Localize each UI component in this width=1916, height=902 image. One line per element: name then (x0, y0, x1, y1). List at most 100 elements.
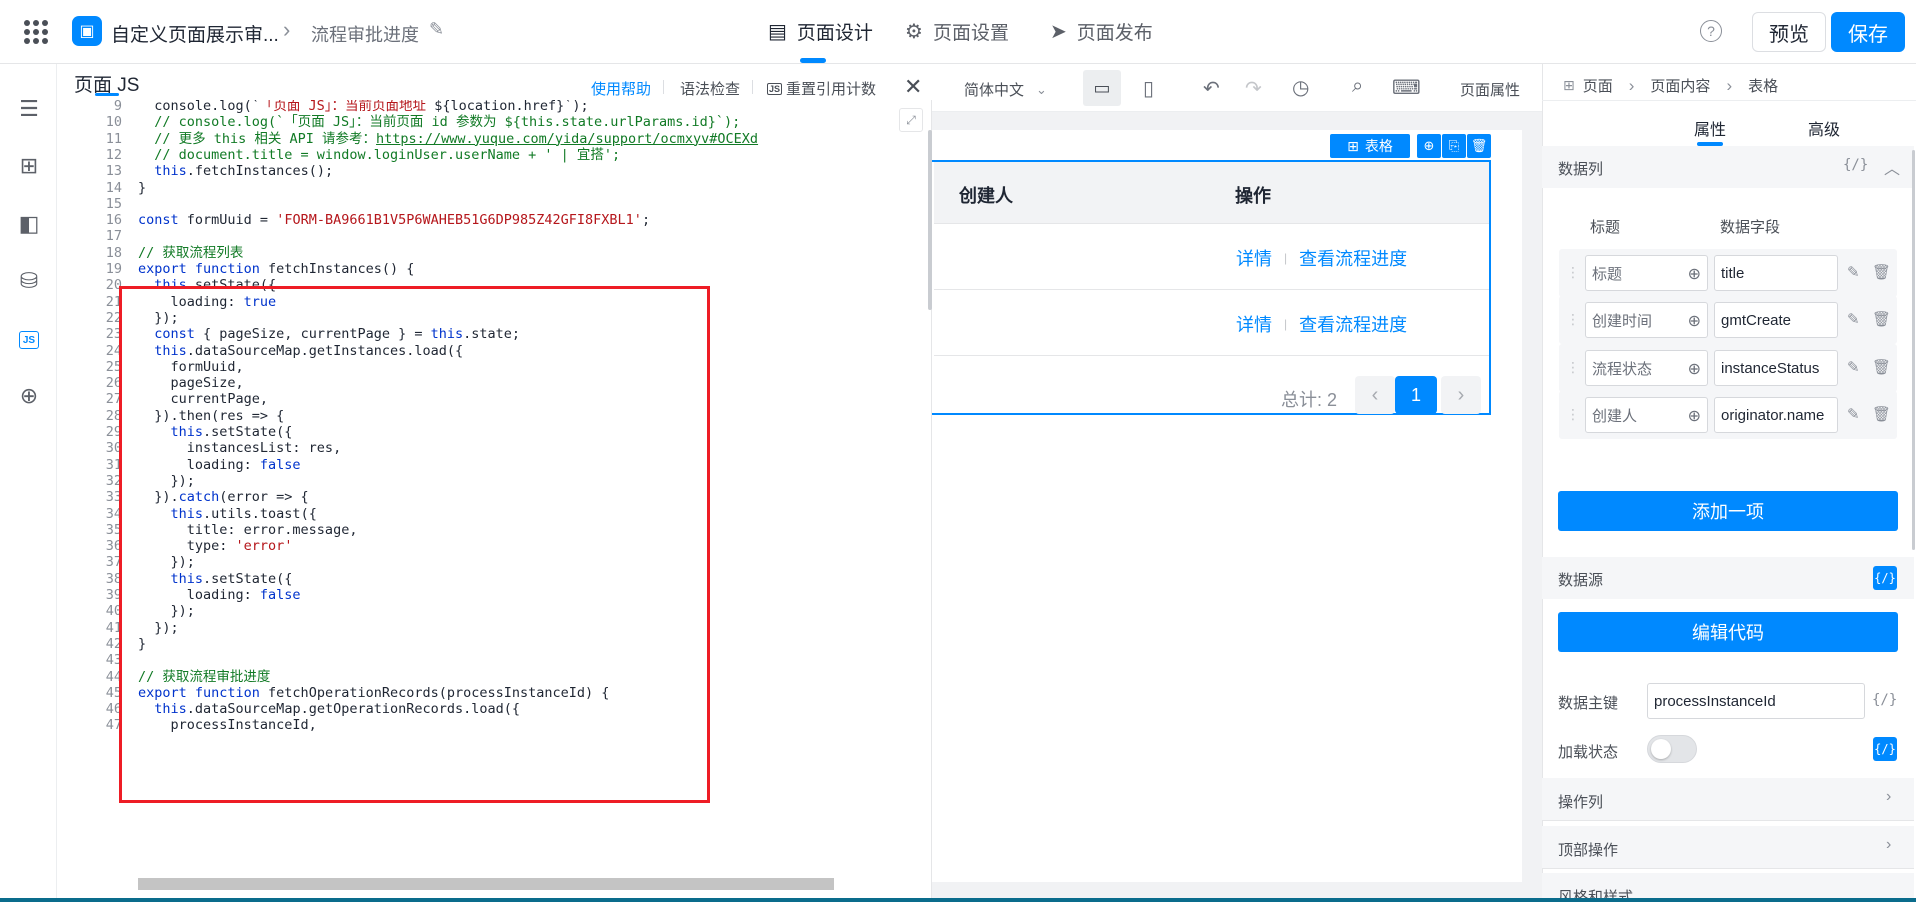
tab-advanced[interactable]: 高级 (1808, 116, 1840, 140)
next-page-icon[interactable]: › (1441, 376, 1481, 414)
app-grid-icon[interactable] (24, 20, 48, 44)
add-item-button[interactable]: 添加一项 (1558, 491, 1898, 531)
breadcrumb-item[interactable]: 表格 (1748, 75, 1778, 96)
detail-link[interactable]: 详情 (1236, 245, 1272, 271)
globe-icon[interactable]: ⊕ (1688, 264, 1701, 284)
edit-code-button[interactable]: 编辑代码 (1558, 612, 1898, 652)
variable-binding-icon[interactable]: {/} (1873, 737, 1897, 761)
bottom-edge (0, 898, 1916, 902)
column-title-input[interactable]: 标题 ⊕ (1585, 255, 1708, 291)
line-number: 18 (105, 244, 122, 261)
templates-icon[interactable]: ◧ (16, 211, 42, 237)
datasource-icon[interactable]: ⛁ (16, 268, 42, 294)
lint-button[interactable]: 语法检查 (680, 78, 740, 99)
save-button[interactable]: 保存 (1831, 12, 1905, 52)
tab-page-design[interactable]: ▤ 页面设计 (768, 18, 873, 45)
delete-icon[interactable]: 🗑 (1872, 405, 1891, 423)
column-field-input[interactable]: title (1714, 255, 1838, 291)
line-number: 12 (105, 146, 122, 163)
js-icon[interactable]: JS (19, 331, 39, 349)
breadcrumb-item[interactable]: 页面内容 (1650, 75, 1710, 96)
edit-icon[interactable]: ✎ (1847, 358, 1860, 376)
breadcrumb-item[interactable]: 页面 (1583, 75, 1613, 96)
code-line: 16 const formUuid = 'FORM-BA9661B1V5P6WAH… (58, 212, 920, 228)
table-icon: ⊞ (1563, 77, 1575, 93)
delete-icon[interactable]: 🗑 (1872, 263, 1891, 281)
tab-properties[interactable]: 属性 (1694, 116, 1726, 140)
gear-icon: ⚙ (905, 21, 923, 43)
chevron-right-icon[interactable]: › (1886, 788, 1891, 806)
globe-icon[interactable]: ⊕ (1688, 311, 1701, 331)
delete-icon[interactable]: 🗑 (1467, 134, 1491, 158)
current-page-button[interactable]: 1 (1395, 376, 1437, 414)
globe-icon[interactable]: ⊕ (1688, 359, 1701, 379)
column-title-input[interactable]: 流程状态 ⊕ (1585, 350, 1708, 386)
delete-icon[interactable]: 🗑 (1872, 310, 1891, 328)
page-properties-button[interactable]: 页面属性 (1460, 79, 1520, 100)
edit-icon[interactable]: ✎ (1847, 263, 1860, 281)
edit-icon[interactable]: ✎ (1847, 405, 1860, 423)
globe-icon[interactable]: ⊕ (1688, 406, 1701, 426)
globe-icon[interactable]: ⊕ (16, 383, 42, 409)
language-select[interactable]: 简体中文 ⌄ (964, 79, 1047, 100)
line-number: 16 (105, 212, 122, 229)
copy-icon[interactable]: ⎘ (1442, 134, 1466, 158)
code-line: 13 this.fetchInstances(); (58, 163, 920, 179)
primary-key-input[interactable]: processInstanceId (1647, 683, 1865, 719)
outline-icon[interactable]: ☰ (16, 96, 42, 122)
selected-component-tag[interactable]: ⊞ 表格 (1330, 134, 1410, 158)
edit-icon[interactable]: ✎ (1847, 310, 1860, 328)
variable-binding-icon[interactable]: {/} (1873, 566, 1897, 590)
column-title-input[interactable]: 创建时间 ⊕ (1585, 302, 1708, 338)
edit-icon[interactable]: ✎ (429, 19, 444, 40)
help-link[interactable]: 使用帮助 (591, 78, 651, 99)
chevron-right-icon[interactable]: › (1886, 836, 1891, 854)
view-progress-link[interactable]: 查看流程进度 (1299, 245, 1407, 271)
column-field-input[interactable]: originator.name (1714, 397, 1838, 433)
redo-icon[interactable]: ↷ (1245, 76, 1262, 101)
column-title-value: 流程状态 (1592, 360, 1653, 378)
add-icon[interactable]: ⊕ (1417, 134, 1441, 158)
highlight-box (119, 286, 710, 803)
variable-binding-icon[interactable]: {/} (1843, 157, 1868, 173)
expand-icon[interactable]: ⤢ (899, 108, 923, 132)
column-title-input[interactable]: 创建人 ⊕ (1585, 397, 1708, 433)
undo-icon[interactable]: ↶ (1203, 76, 1220, 101)
line-number: 14 (105, 179, 122, 196)
reset-ref-count-button[interactable]: JS 重置引用计数 (767, 78, 876, 99)
close-icon[interactable]: ✕ (904, 74, 922, 100)
app-name[interactable]: 自定义页面展示审... (111, 20, 279, 47)
selection-highlight (138, 878, 834, 890)
column-field-input[interactable]: instanceStatus (1714, 350, 1838, 386)
code-token: https://www.yuque.com/yida/support/ocmxy… (376, 130, 759, 147)
keyboard-icon[interactable]: ⌨ (1392, 75, 1421, 100)
panel-scrollbar[interactable] (1912, 150, 1915, 550)
detail-link[interactable]: 详情 (1236, 311, 1272, 337)
view-progress-link[interactable]: 查看流程进度 (1299, 311, 1407, 337)
variable-binding-icon[interactable]: {/} (1872, 692, 1897, 708)
desktop-view-icon[interactable]: ▭ (1083, 70, 1121, 106)
preview-button[interactable]: 预览 (1752, 12, 1826, 52)
code-token: formUuid = (178, 212, 277, 229)
prev-page-icon[interactable]: ‹ (1355, 376, 1395, 414)
chevron-up-icon[interactable]: ︿ (1884, 155, 1900, 179)
search-icon[interactable]: ⌕ (1352, 75, 1363, 98)
column-field-input[interactable]: gmtCreate (1714, 302, 1838, 338)
help-icon[interactable]: ? (1700, 20, 1722, 42)
loading-toggle[interactable] (1647, 735, 1697, 763)
divider (663, 80, 664, 94)
code-token: ${location.href}`); (426, 98, 589, 114)
components-icon[interactable]: ⊞ (16, 153, 42, 179)
code-token: console.log(` (138, 98, 260, 114)
divider (752, 80, 753, 94)
mobile-view-icon[interactable]: ▯ (1143, 76, 1154, 101)
page-name[interactable]: 流程审批进度 (311, 21, 419, 47)
column-header-field: 数据字段 (1720, 219, 1781, 236)
language-value: 简体中文 (964, 82, 1025, 99)
tab-page-publish[interactable]: ➤ 页面发布 (1050, 18, 1153, 45)
history-icon[interactable]: ◷ (1292, 75, 1309, 100)
tab-page-settings[interactable]: ⚙ 页面设置 (905, 18, 1009, 45)
code-line: 11 // 更多 this 相关 API 请参考：https://www.yuq… (58, 131, 920, 147)
delete-icon[interactable]: 🗑 (1872, 358, 1891, 376)
code-line: 18 // 获取流程列表 (58, 245, 920, 261)
